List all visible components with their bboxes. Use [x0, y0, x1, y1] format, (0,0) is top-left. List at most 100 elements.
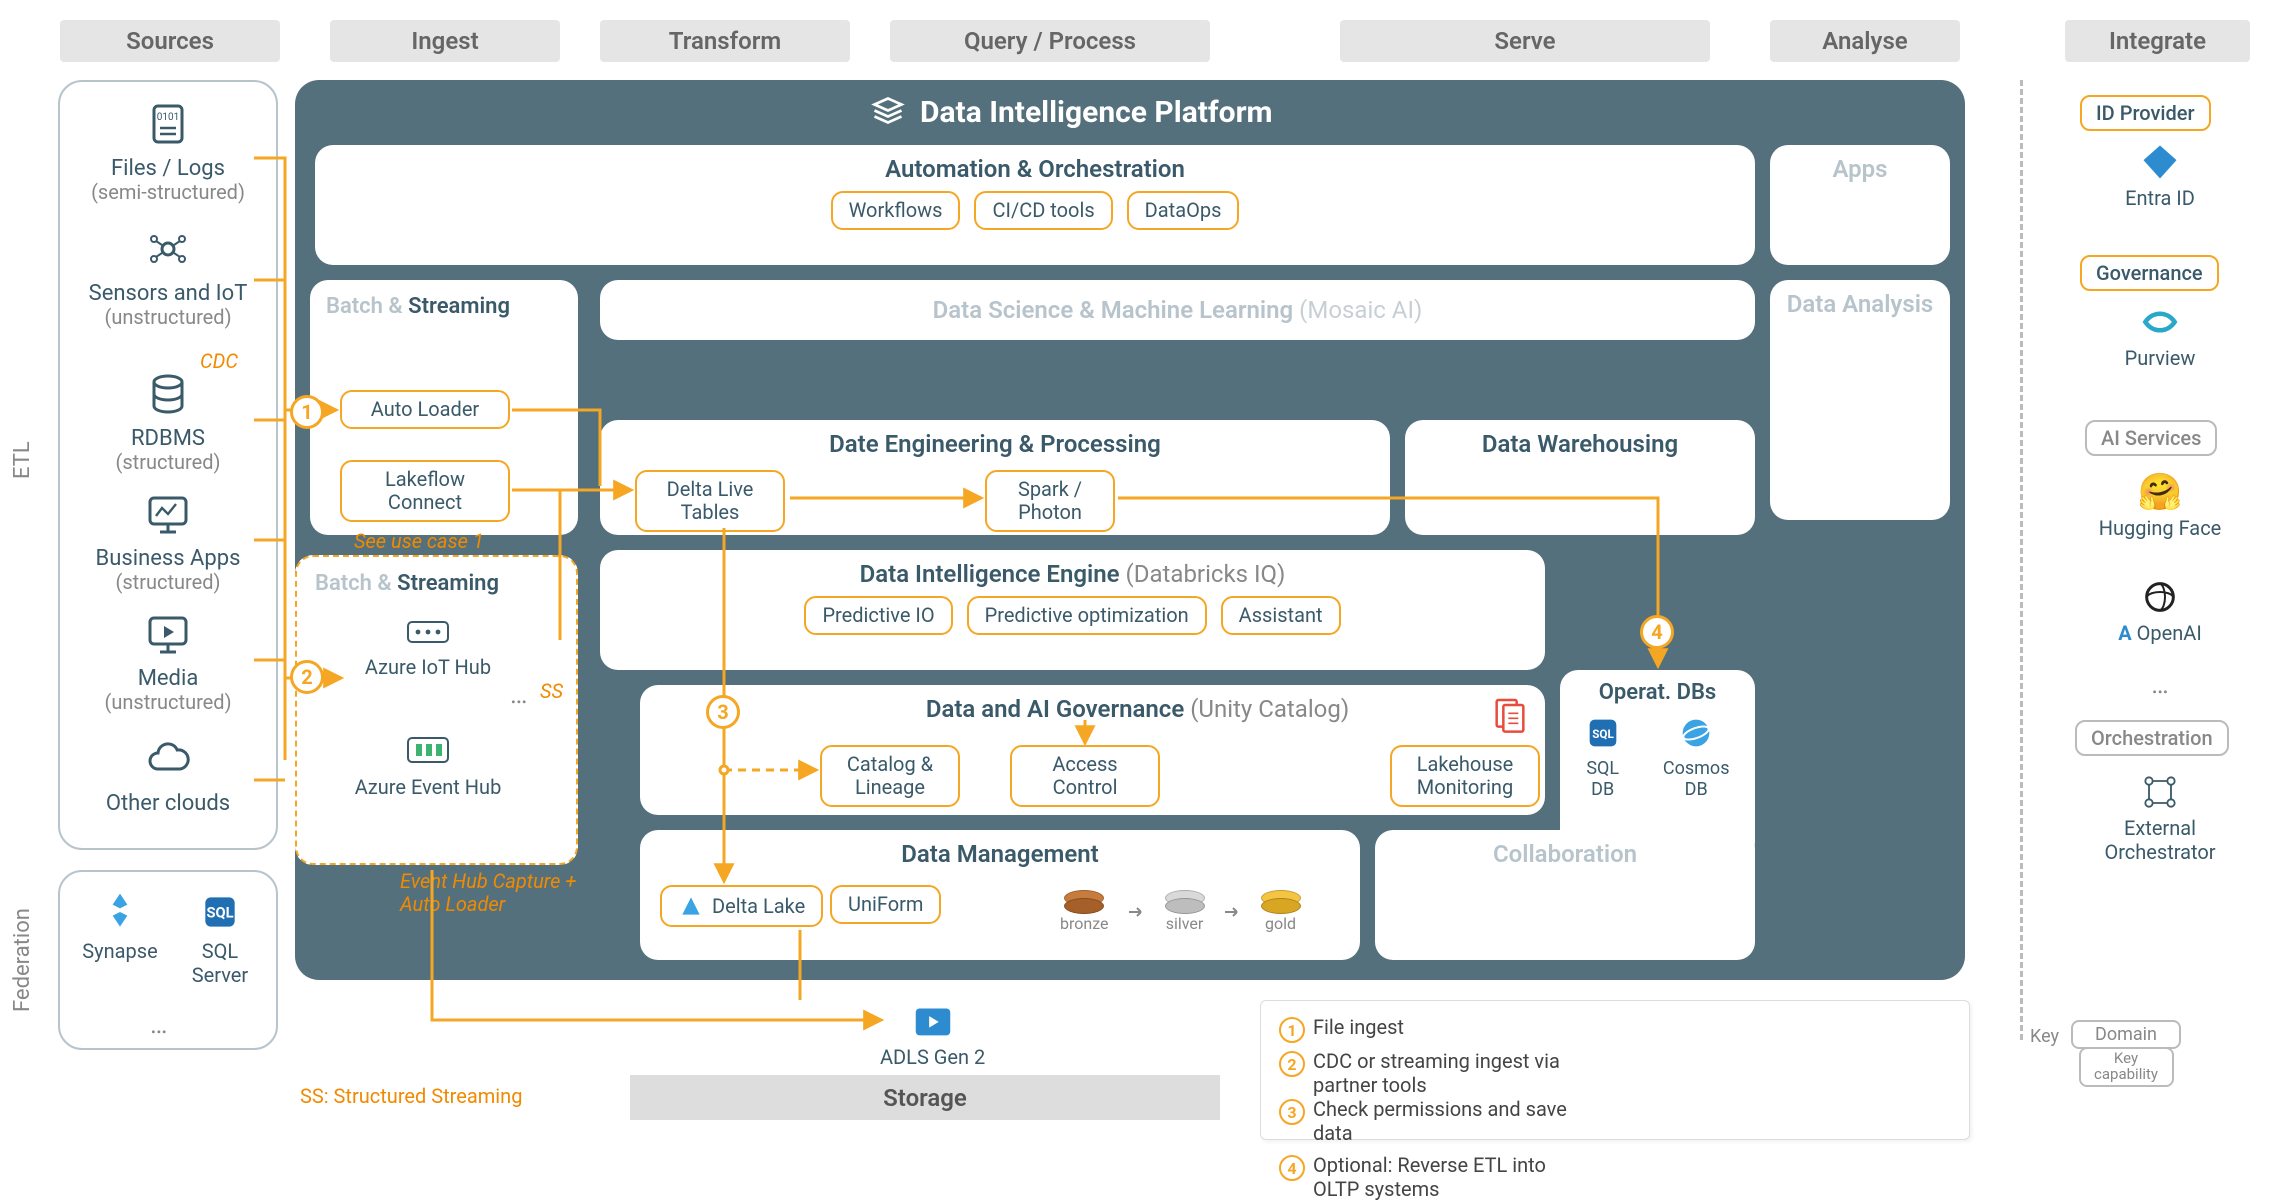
- automation-title: Automation & Orchestration: [329, 155, 1741, 183]
- legend-3-text: Check permissions and save data: [1313, 1097, 1593, 1145]
- die-paren: (Databricks IQ): [1126, 560, 1286, 588]
- die-box: Data Intelligence Engine (Databricks IQ)…: [600, 550, 1545, 670]
- iot-icon: [144, 225, 192, 273]
- svg-text:SQL: SQL: [206, 904, 233, 922]
- odb-title: Operat. DBs: [1574, 680, 1741, 705]
- azure-iothub-label: Azure IoT Hub: [348, 655, 508, 679]
- azure-eventhub: Azure Event Hub: [348, 730, 508, 799]
- database-icon: [144, 370, 192, 418]
- legend-1-text: File ingest: [1313, 1015, 1404, 1039]
- ingest1-title-dim: Batch &: [326, 294, 408, 319]
- source-files-sub: (semi-structured): [78, 181, 258, 203]
- play-icon: [144, 610, 192, 658]
- source-rdbms-sub: (structured): [78, 451, 258, 473]
- apps-title: Apps: [1784, 155, 1936, 183]
- dsml-paren: (Mosaic AI): [1299, 296, 1422, 324]
- int-hugging-label: Hugging Face: [2080, 516, 2240, 540]
- catalog-pill: Catalog & Lineage: [820, 745, 960, 807]
- svg-text:0101: 0101: [157, 112, 179, 123]
- cosmosdb-icon: [1676, 713, 1716, 753]
- col-ingest: Ingest: [330, 20, 560, 62]
- med-gold-label: gold: [1261, 914, 1301, 933]
- pill-assist: Assistant: [1221, 596, 1341, 635]
- key-box: Key Domain Key capability: [2030, 1020, 2181, 1087]
- source-files-title: Files / Logs: [78, 157, 258, 181]
- dsml-box: Data Science & Machine Learning (Mosaic …: [600, 280, 1755, 340]
- source-bizapps-title: Business Apps: [78, 547, 258, 571]
- col-sources: Sources: [60, 20, 280, 62]
- odb-sql: SQL SQL DB: [1574, 713, 1631, 800]
- die-title: Data Intelligence Engine: [860, 560, 1120, 588]
- dlt-pill: Delta Live Tables: [635, 470, 785, 532]
- gov-paren: (Unity Catalog): [1190, 695, 1349, 723]
- ingest-box-2: Batch & Streaming: [295, 555, 578, 865]
- source-media-sub: (unstructured): [78, 691, 258, 713]
- int-hugging: 🤗 Hugging Face: [2080, 470, 2240, 540]
- fed-sqlserver: SQL SQL Server: [175, 890, 265, 987]
- odb-cosmos-label: Cosmos DB: [1651, 758, 1741, 800]
- azure-eventhub-label: Azure Event Hub: [348, 775, 508, 799]
- ingest2-more: …: [510, 680, 527, 710]
- int-entra-label: Entra ID: [2080, 186, 2240, 210]
- synapse-icon: [98, 890, 142, 934]
- medallion: bronze silver gold: [1060, 890, 1301, 933]
- step-4: 4: [1640, 615, 1674, 649]
- int-idprovider: ID Provider: [2080, 95, 2211, 131]
- uniform-pill: UniForm: [830, 885, 941, 924]
- col-transform: Transform: [600, 20, 850, 62]
- source-sensors: Sensors and IoT (unstructured): [78, 225, 258, 328]
- key-cap: Key capability: [2079, 1047, 2174, 1087]
- key-domain: Domain: [2071, 1020, 2181, 1049]
- sqldb-icon: SQL: [1583, 713, 1623, 753]
- int-extorch: External Orchestrator: [2080, 770, 2240, 864]
- fed-more: …: [150, 1010, 167, 1040]
- source-sensors-title: Sensors and IoT: [78, 282, 258, 306]
- med-silver-label: silver: [1165, 914, 1205, 933]
- automation-box: Automation & Orchestration Workflows CI/…: [315, 145, 1755, 265]
- arrow-icon: [1127, 892, 1147, 932]
- dm-title: Data Management: [654, 840, 1346, 868]
- entra-icon: [2138, 140, 2182, 184]
- dsml-title: Data Science & Machine Learning: [933, 296, 1294, 324]
- label-federation: Federation: [10, 870, 35, 1050]
- auto-loader-pill: Auto Loader: [340, 390, 510, 429]
- file-icon: 0101: [144, 100, 192, 148]
- sqlserver-icon: SQL: [198, 890, 242, 934]
- legend-2: 2CDC or streaming ingest via partner too…: [1279, 1049, 1609, 1097]
- int-purview-label: Purview: [2080, 346, 2240, 370]
- data-analysis-title: Data Analysis: [1784, 290, 1936, 318]
- legend-3: 3Check permissions and save data: [1279, 1097, 1619, 1145]
- int-entra: Entra ID: [2080, 140, 2240, 210]
- int-orchestration: Orchestration: [2075, 720, 2229, 756]
- right-divider: [2020, 80, 2023, 1040]
- step-2: 2: [290, 660, 324, 694]
- source-files: 0101 Files / Logs (semi-structured): [78, 100, 258, 203]
- med-gold: gold: [1261, 890, 1301, 933]
- delta-pill: Delta Lake: [660, 885, 823, 927]
- platform-title: Data Intelligence Platform: [870, 94, 1273, 130]
- eventhub-icon: [404, 730, 452, 770]
- med-bronze-label: bronze: [1060, 914, 1109, 933]
- ingest1-title-em: Streaming: [408, 294, 510, 319]
- source-bizapps: Business Apps (structured): [78, 490, 258, 593]
- openai-icon: [2140, 577, 2180, 617]
- source-bizapps-sub: (structured): [78, 571, 258, 593]
- int-extorch-label: External Orchestrator: [2080, 816, 2240, 864]
- storage-bar: Storage: [630, 1075, 1220, 1120]
- source-rdbms-title: RDBMS: [78, 427, 258, 451]
- dw-title: Data Warehousing: [1419, 430, 1741, 458]
- adls: ADLS Gen 2: [880, 1000, 985, 1069]
- fed-synapse: Synapse: [75, 890, 165, 963]
- platform-title-text: Data Intelligence Platform: [920, 95, 1273, 130]
- int-aiservices: AI Services: [2085, 420, 2217, 456]
- spark-pill: Spark / Photon: [985, 470, 1115, 532]
- step-3: 3: [706, 695, 740, 729]
- step-1: 1: [290, 395, 324, 429]
- collab-box: Collaboration: [1375, 830, 1755, 960]
- eventhub-note: Event Hub Capture + Auto Loader: [400, 870, 580, 916]
- int-more: …: [2080, 670, 2240, 700]
- col-integrate: Integrate: [2065, 20, 2250, 62]
- source-media: Media (unstructured): [78, 610, 258, 713]
- odb-cosmos: Cosmos DB: [1651, 713, 1741, 800]
- dw-box: Data Warehousing: [1405, 420, 1755, 535]
